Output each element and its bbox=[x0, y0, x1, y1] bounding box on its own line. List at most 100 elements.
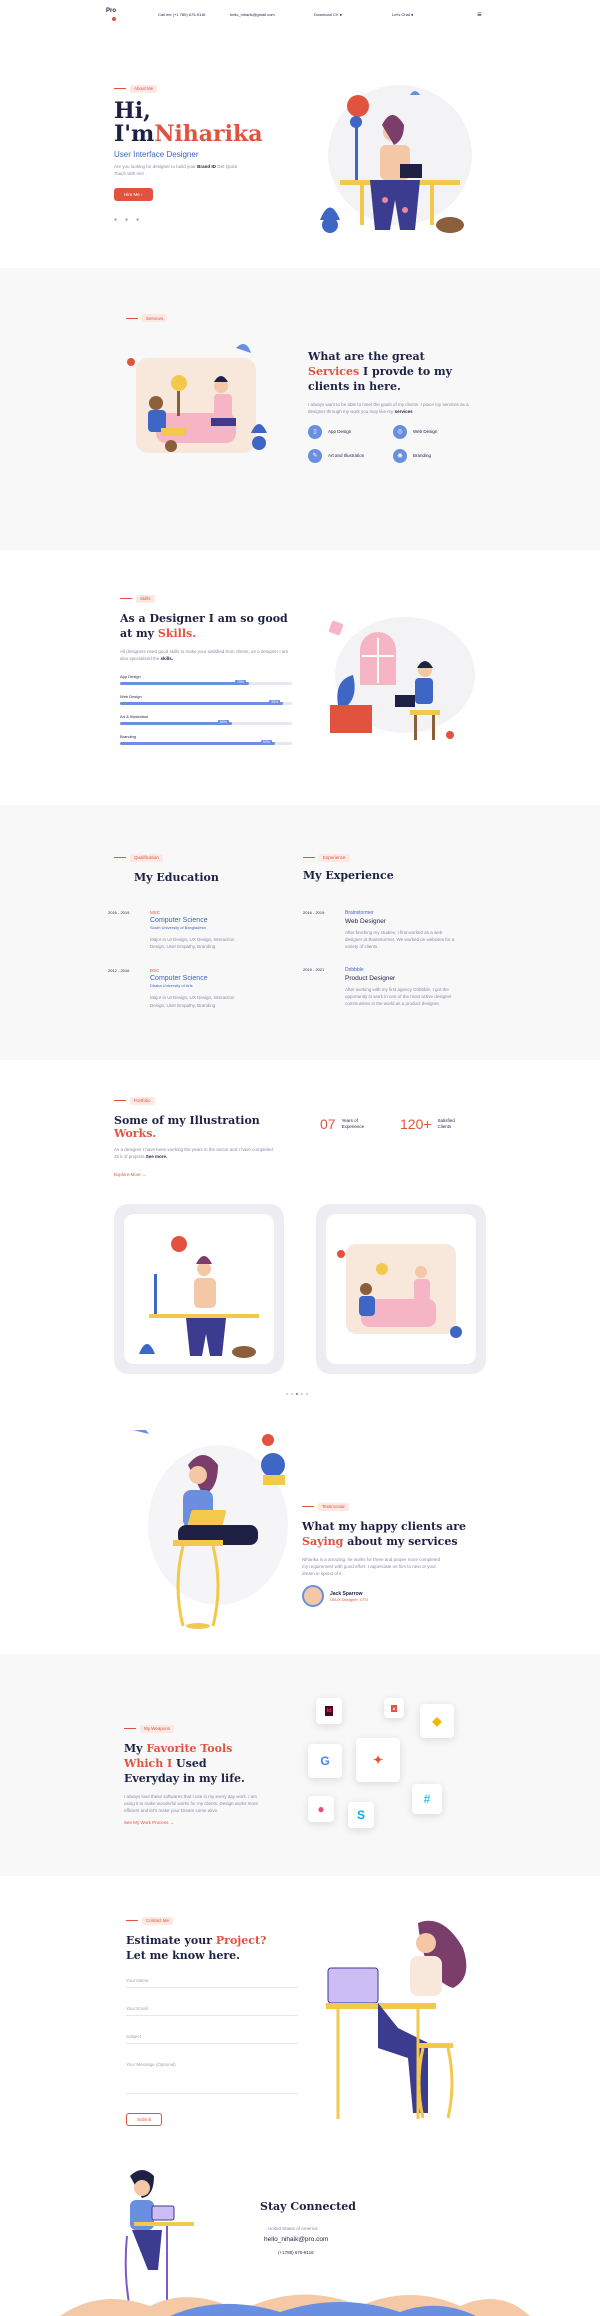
tools-text: I always love these softwares that I use… bbox=[124, 1793, 259, 1813]
dribbble-icon[interactable]: ● bbox=[136, 217, 139, 223]
service-item-web-design[interactable]: ◎ Web Design bbox=[393, 424, 478, 439]
stat-clients: 120+ Satisfied Clients bbox=[400, 1116, 455, 1132]
footer-address: United States of America bbox=[268, 2226, 318, 2231]
hero-illustration bbox=[320, 85, 472, 233]
skill-row: App Design 75% bbox=[120, 674, 292, 686]
twitter-icon[interactable]: ● bbox=[125, 217, 128, 223]
skill-label: App Design bbox=[120, 674, 141, 680]
experience-role: Product Designer bbox=[345, 974, 396, 982]
globe-icon: ◎ bbox=[393, 424, 407, 439]
bulb-icon: ◉ bbox=[393, 448, 407, 463]
skill-bar: 95% bbox=[120, 700, 292, 706]
education-field: Computer Science bbox=[150, 975, 208, 983]
clients-number: 120+ bbox=[400, 1116, 432, 1132]
service-item-app-design[interactable]: ▯ App Design bbox=[308, 424, 393, 439]
menu-icon[interactable]: ≡ bbox=[477, 10, 482, 19]
brush-icon: ✎ bbox=[308, 448, 322, 463]
work-process-link[interactable]: See My Work Process → bbox=[124, 1820, 264, 1825]
services-tag: Services bbox=[126, 314, 168, 322]
experience-company: Dribbble bbox=[345, 966, 364, 973]
hero-name: Niharika bbox=[154, 121, 263, 147]
footer-title: Stay Connected bbox=[260, 2200, 356, 2213]
experience-tag: Experience bbox=[303, 853, 350, 862]
download-cv-label: Download CV bbox=[314, 12, 339, 17]
carousel-dot[interactable] bbox=[306, 1393, 308, 1395]
experience-years: 2016 - 2019 bbox=[303, 910, 325, 915]
experience-years: 2019 - 2021 bbox=[303, 966, 325, 972]
skill-fill bbox=[120, 722, 232, 726]
service-item-art[interactable]: ✎ Art and Illustration bbox=[308, 448, 393, 463]
education-school: South University of Bangladesh bbox=[150, 925, 206, 930]
carousel-dot-active[interactable] bbox=[296, 1393, 298, 1395]
education-item: 2012 - 2016 BSC Computer Science Dhaka Univ… bbox=[108, 968, 289, 1008]
carousel-dot[interactable] bbox=[301, 1393, 303, 1395]
experience-title: My Experience bbox=[303, 869, 394, 882]
service-item-branding[interactable]: ◉ Branding bbox=[393, 448, 478, 463]
skill-label: Art & Illustration bbox=[120, 714, 149, 720]
education-tag: Qualification bbox=[114, 853, 163, 862]
skill-fill bbox=[120, 742, 275, 746]
hero-role: User Interface Designer bbox=[114, 150, 199, 160]
name-input[interactable]: Your Name bbox=[126, 1974, 298, 1988]
skill-row: Art & Illustration 65% bbox=[120, 714, 292, 726]
education-years: 2016 - 2019 bbox=[108, 910, 130, 915]
skill-fill bbox=[120, 682, 249, 686]
header-phone[interactable]: Call me (+1 780) 675-9116 bbox=[158, 12, 205, 17]
skill-bar: 65% bbox=[120, 720, 292, 726]
carousel-dots bbox=[286, 1393, 308, 1395]
education-field: Computer Science bbox=[150, 917, 208, 924]
testimonial-author: Jack Sparrow UI/UX Designer, CTO bbox=[302, 1585, 482, 1608]
email-input[interactable]: Your Email bbox=[126, 2002, 298, 2016]
education-degree: MSC bbox=[150, 910, 160, 915]
explore-more-link[interactable]: Explore More → bbox=[114, 1172, 274, 1177]
site-header: Pro Call me (+1 780) 675-9116 hello_niha… bbox=[0, 0, 600, 30]
skill-fill bbox=[120, 702, 284, 706]
submit-button[interactable]: Submit bbox=[126, 2112, 163, 2126]
education-item: 2016 - 2019 MSC Computer Science South Univ… bbox=[108, 910, 289, 950]
clients-label-b: Clients bbox=[437, 1124, 452, 1129]
facebook-icon[interactable]: ● bbox=[114, 217, 117, 223]
years-number: 07 bbox=[320, 1116, 336, 1132]
contact-section: Contact Me Estimate your Project? Let me … bbox=[0, 1876, 600, 2146]
logo-text: Pro bbox=[106, 8, 117, 14]
portfolio-title: Some of my Illustration Works. bbox=[114, 1114, 260, 1140]
services-section: Services What are the great Services I p… bbox=[0, 268, 600, 550]
hero-text: Are you looking for designer to build yo… bbox=[114, 164, 238, 177]
tools-tag: My Weapons bbox=[124, 1724, 175, 1733]
dribbble-icon: ● bbox=[308, 1796, 334, 1822]
indesign-icon: Id bbox=[316, 1698, 342, 1724]
experience-desc: After finishing my studies, I first work… bbox=[345, 930, 455, 950]
education-degree: BSC bbox=[150, 968, 160, 974]
header-email[interactable]: hello_niharik@gmail.com bbox=[230, 12, 275, 17]
contact-illustration bbox=[326, 1920, 467, 2119]
skills-text: All designers need good skills to make y… bbox=[120, 648, 289, 661]
portfolio-card-1[interactable] bbox=[114, 1204, 284, 1374]
experience-role: Web Designer bbox=[345, 918, 387, 925]
carousel-dot[interactable] bbox=[286, 1393, 288, 1395]
skill-row: Web Design 95% bbox=[120, 694, 292, 706]
lets-chat-button[interactable]: Let's Chat ● bbox=[392, 12, 413, 17]
portfolio-card-2[interactable] bbox=[316, 1204, 486, 1374]
experience-company: Brainstormer bbox=[345, 910, 374, 916]
clients-label-a: Satisfied bbox=[437, 1117, 455, 1123]
skill-row: Branding 90% bbox=[120, 734, 292, 746]
testimonial-text: Niharika is a amazing, he works for thre… bbox=[302, 1556, 441, 1577]
footer-email[interactable]: hello_nihaik@pro.com bbox=[264, 2236, 328, 2243]
stat-years: 07 Years of Experience bbox=[320, 1116, 364, 1132]
education-years: 2012 - 2016 bbox=[108, 968, 130, 974]
hire-me-button[interactable]: Hire Me › bbox=[114, 187, 153, 201]
services-illustration bbox=[127, 344, 267, 453]
social-icons: ● ● ● bbox=[114, 217, 262, 223]
portfolio-image-2 bbox=[326, 1214, 476, 1364]
footer-phone[interactable]: (+1788) 675-9116 bbox=[278, 2250, 314, 2255]
message-textarea[interactable]: Your Message (Optional) bbox=[126, 2058, 298, 2094]
carousel-dot[interactable] bbox=[291, 1393, 293, 1395]
skills-bars: App Design 75% Web Design 95% Art & Illustra… bbox=[120, 674, 292, 746]
skill-bar: 90% bbox=[120, 740, 292, 746]
skill-bar: 75% bbox=[120, 680, 292, 686]
logo[interactable]: Pro bbox=[106, 8, 117, 21]
skype-icon: S bbox=[348, 1802, 374, 1828]
subject-input[interactable]: Subject bbox=[126, 2030, 298, 2044]
education-school: Dhaka University of Arts bbox=[150, 983, 193, 989]
download-cv-button[interactable]: Download CV ● bbox=[314, 12, 342, 17]
